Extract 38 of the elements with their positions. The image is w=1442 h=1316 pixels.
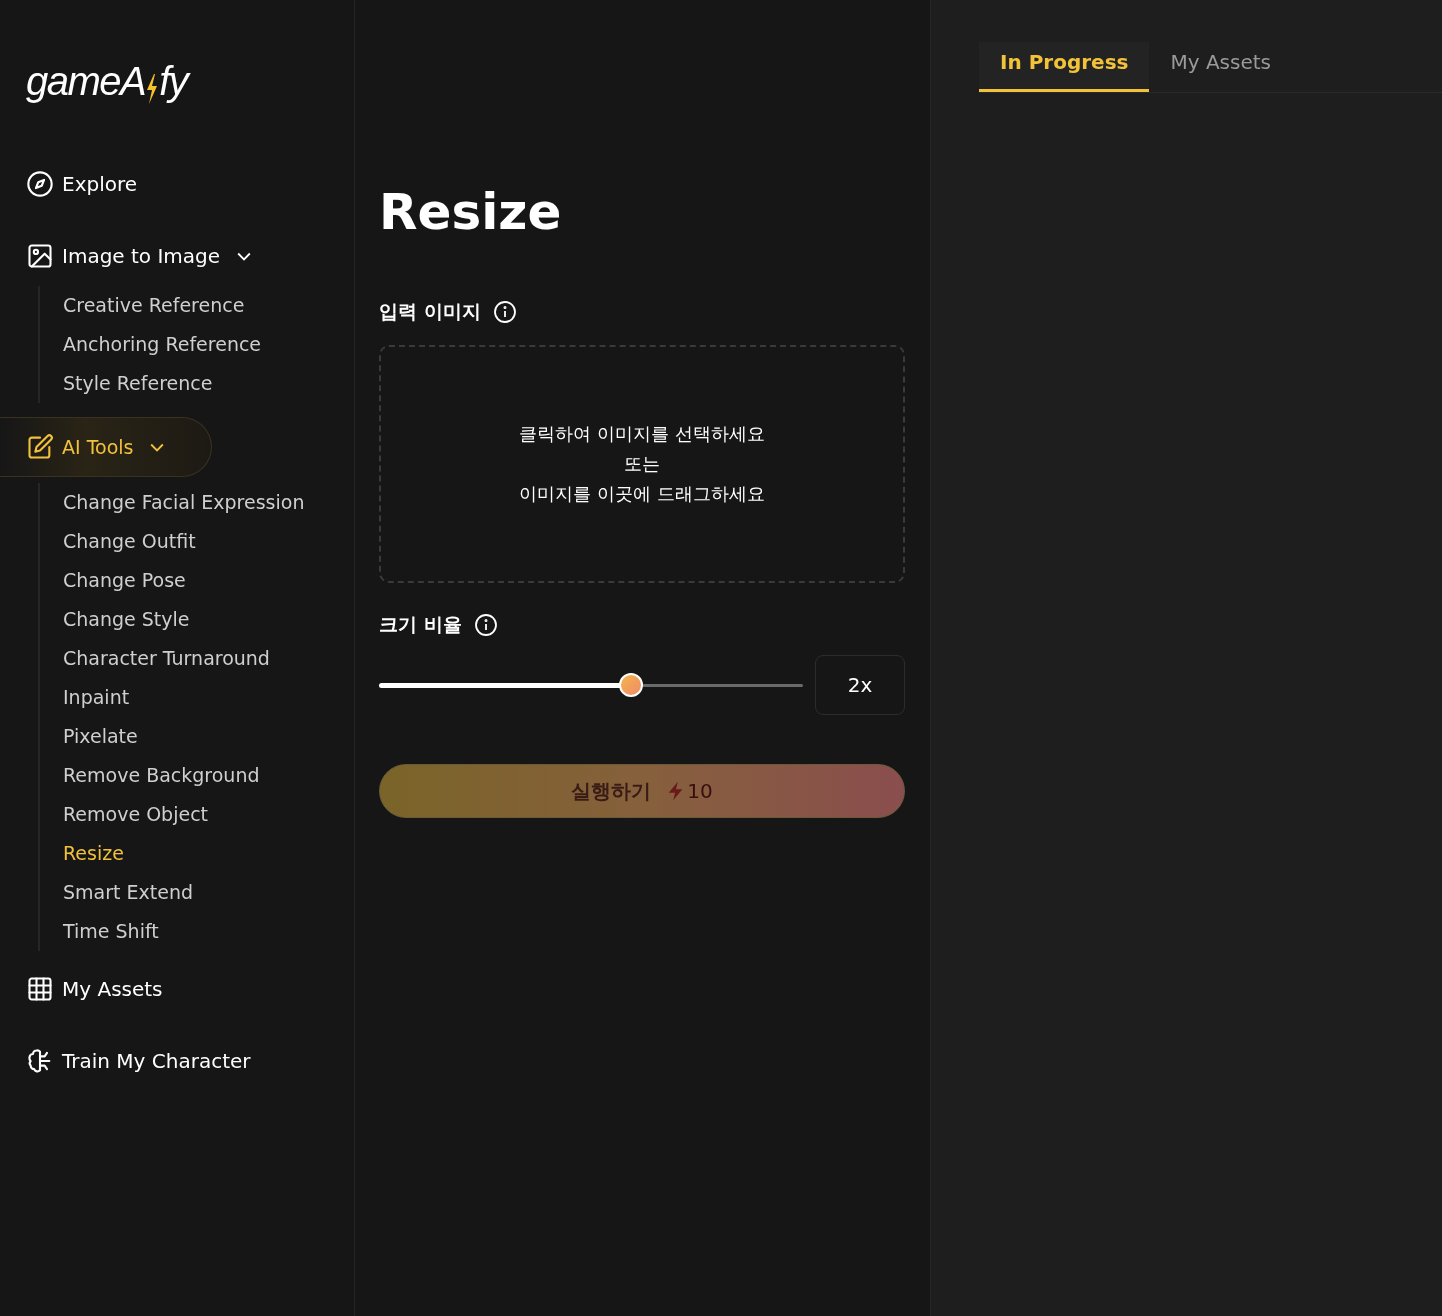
submenu-item[interactable]: Time Shift <box>63 912 354 951</box>
submenu-item[interactable]: Remove Background <box>63 756 354 795</box>
tab[interactable]: In Progress <box>979 42 1150 92</box>
edit-icon <box>26 433 54 461</box>
submenu-item[interactable]: Resize <box>63 834 354 873</box>
submenu-item[interactable]: Change Pose <box>63 561 354 600</box>
page-title: Resize <box>379 182 563 243</box>
info-icon[interactable] <box>492 300 517 324</box>
grid-icon <box>26 975 54 1003</box>
logo: gameA fy <box>0 46 354 116</box>
nav-item[interactable]: AI Tools <box>0 417 212 477</box>
nav-item[interactable]: Image to Image <box>0 232 273 280</box>
nav-item[interactable]: My Assets <box>0 965 181 1013</box>
tab[interactable]: My Assets <box>1149 42 1292 92</box>
submenu-item[interactable]: Style Reference <box>63 364 354 403</box>
image-dropzone[interactable]: 클릭하여 이미지를 선택하세요 또는 이미지를 이곳에 드래그하세요 <box>379 345 905 583</box>
submenu-item[interactable]: Anchoring Reference <box>63 325 354 364</box>
slider-thumb[interactable] <box>619 673 644 697</box>
nav-item[interactable]: Explore <box>0 160 156 208</box>
submenu-item[interactable]: Remove Object <box>63 795 354 834</box>
scale-value-field[interactable]: 2x <box>815 655 905 715</box>
submenu-item[interactable]: Character Turnaround <box>63 639 354 678</box>
field-label: 크기 비율 <box>379 612 462 637</box>
compass-icon <box>26 170 54 198</box>
submenu-item[interactable]: Change Facial Expression <box>63 483 354 522</box>
submenu-item[interactable]: Change Outfit <box>63 522 354 561</box>
submenu-item[interactable]: Creative Reference <box>63 286 354 325</box>
submenu-item[interactable]: Pixelate <box>63 717 354 756</box>
field-label: 입력 이미지 <box>379 299 481 324</box>
dropzone-text: 클릭하여 이미지를 선택하세요 <box>519 422 765 446</box>
image-icon <box>26 242 54 270</box>
info-icon[interactable] <box>473 613 498 637</box>
submenu-item[interactable]: Inpaint <box>63 678 354 717</box>
submenu-item[interactable]: Smart Extend <box>63 873 354 912</box>
dropzone-text: 또는 <box>624 452 660 476</box>
nav-item[interactable]: Train My Character <box>0 1037 269 1085</box>
submenu-item[interactable]: Change Style <box>63 600 354 639</box>
dropzone-text: 이미지를 이곳에 드래그하세요 <box>519 482 765 506</box>
